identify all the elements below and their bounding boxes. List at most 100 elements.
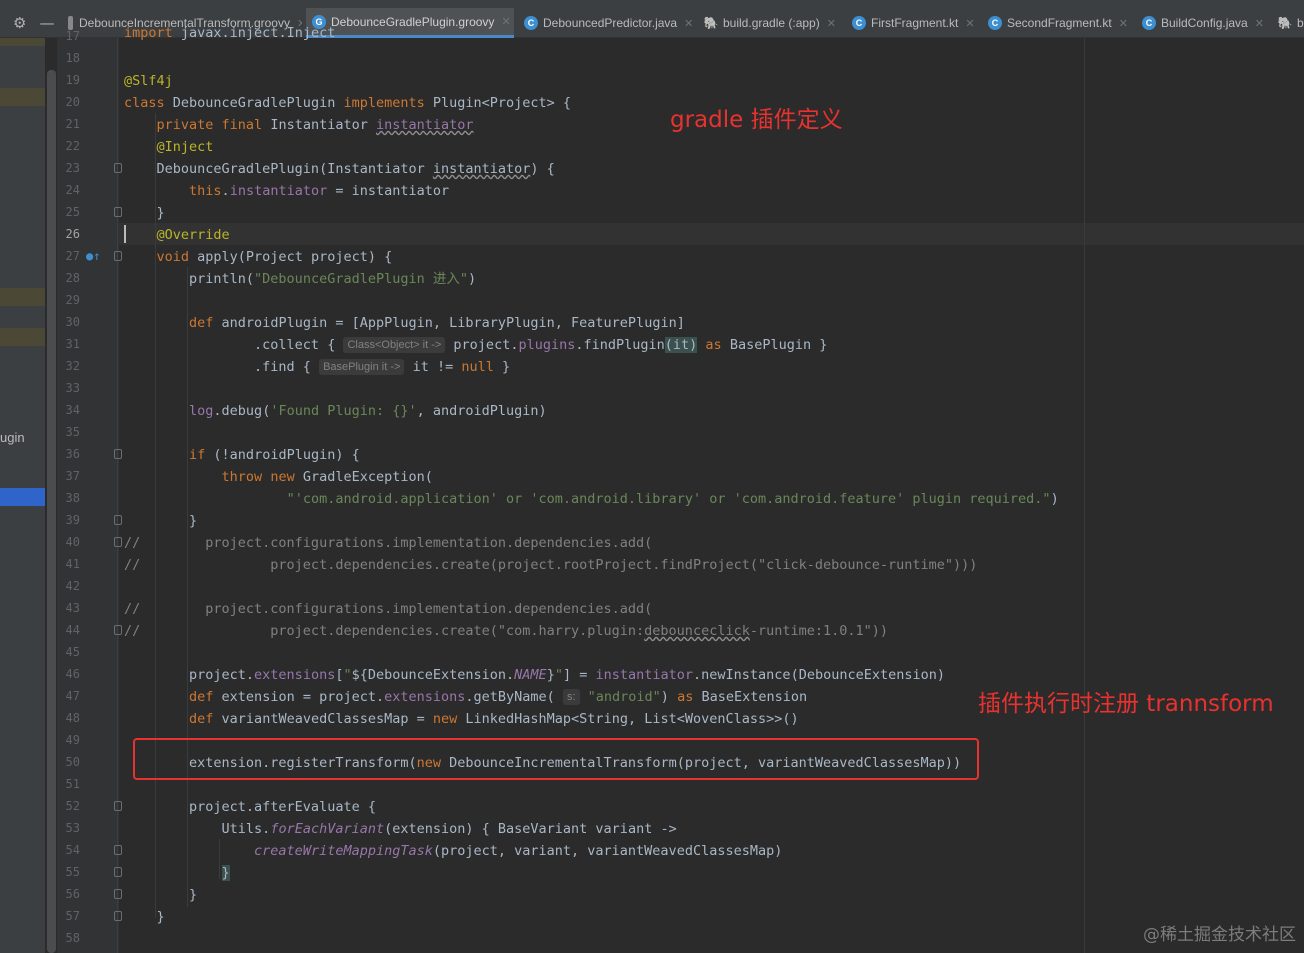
line-number[interactable]: 27 <box>57 245 80 267</box>
line-number[interactable]: 19 <box>57 69 80 91</box>
line-number[interactable]: 57 <box>57 905 80 927</box>
java-class-icon: C <box>524 16 538 30</box>
line-number[interactable]: 35 <box>57 421 80 443</box>
annotation-plugin-definition: gradle 插件定义 <box>670 107 843 133</box>
code-line-39: } <box>124 513 198 529</box>
line-number[interactable]: 55 <box>57 861 80 883</box>
top-toolbar-strip <box>0 0 1304 8</box>
code-editor[interactable]: import javax.inject.Inject @Slf4j class … <box>124 25 1304 953</box>
fold-icon[interactable] <box>114 867 122 877</box>
code-line-28: println("DebounceGradlePlugin 进入") <box>124 271 477 287</box>
line-number[interactable]: 53 <box>57 817 80 839</box>
tab-debounce-gradle-plugin[interactable]: G DebounceGradlePlugin.groovy ✕ <box>306 8 514 38</box>
line-number[interactable]: 26 <box>57 223 80 245</box>
line-number[interactable]: 40 <box>57 531 80 553</box>
code-line-17: import javax.inject.Inject <box>124 25 336 41</box>
line-number[interactable]: 47 <box>57 685 80 707</box>
code-line-23: DebounceGradlePlugin(Instantiator instan… <box>124 161 555 177</box>
line-number[interactable]: 36 <box>57 443 80 465</box>
code-line-37: throw new GradleException( <box>221 469 433 485</box>
line-number[interactable]: 24 <box>57 179 80 201</box>
fold-icon[interactable] <box>114 801 122 811</box>
close-icon[interactable]: ✕ <box>501 15 510 28</box>
line-number[interactable]: 54 <box>57 839 80 861</box>
line-number[interactable]: 46 <box>57 663 80 685</box>
line-number[interactable]: 17 <box>57 25 80 47</box>
fold-icon[interactable] <box>114 207 122 217</box>
minimize-icon[interactable]: — <box>39 14 54 32</box>
line-number[interactable]: 20 <box>57 91 80 113</box>
line-number[interactable]: 29 <box>57 289 80 311</box>
line-number[interactable]: 23 <box>57 157 80 179</box>
code-line-32: .find { BasePlugin it -> it != null } <box>124 359 511 375</box>
line-number[interactable]: 44 <box>57 619 80 641</box>
fold-icon[interactable] <box>114 251 122 261</box>
tab-label: DebounceGradlePlugin.groovy <box>331 14 495 29</box>
project-panel: ugin <box>0 38 45 953</box>
tab-first-fragment[interactable]: C FirstFragment.kt ✕ <box>846 8 980 38</box>
fold-icon[interactable] <box>114 911 122 921</box>
line-number[interactable]: 45 <box>57 641 80 663</box>
watermark: @稀土掘金技术社区 <box>1143 925 1296 945</box>
panel-highlight <box>0 38 45 46</box>
line-number[interactable]: 18 <box>57 47 80 69</box>
line-number[interactable]: 31 <box>57 333 80 355</box>
code-line-52: project.afterEvaluate { <box>124 799 376 815</box>
tab-label: BuildConfig.java <box>1161 16 1248 30</box>
fold-icon[interactable] <box>114 625 122 635</box>
line-number[interactable]: 42 <box>57 575 80 597</box>
close-icon[interactable]: ✕ <box>1119 17 1128 30</box>
code-line-21: private final Instantiator instantiator <box>156 117 474 133</box>
line-number[interactable]: 33 <box>57 377 80 399</box>
line-number[interactable]: 34 <box>57 399 80 421</box>
line-number[interactable]: 48 <box>57 707 80 729</box>
inlay-hint: BasePlugin it -> <box>319 359 405 375</box>
fold-icon[interactable] <box>114 163 122 173</box>
text-caret <box>124 225 126 243</box>
line-number[interactable]: 30 <box>57 311 80 333</box>
line-number[interactable]: 58 <box>57 927 80 949</box>
inlay-hint: s: <box>562 689 580 705</box>
code-line-56: } <box>124 887 198 903</box>
override-method-icon[interactable]: ●↑ <box>86 245 100 267</box>
line-number[interactable]: 22 <box>57 135 80 157</box>
panel-selection[interactable] <box>0 488 45 506</box>
close-icon[interactable]: ✕ <box>684 17 693 30</box>
line-number[interactable]: 43 <box>57 597 80 619</box>
close-icon[interactable]: ✕ <box>1255 17 1264 30</box>
fold-icon[interactable] <box>114 889 122 899</box>
kotlin-class-icon: C <box>852 16 866 30</box>
tab-overflow[interactable]: 🐘 b <box>1272 8 1304 38</box>
line-number[interactable]: 32 <box>57 355 80 377</box>
gradle-icon: 🐘 <box>703 16 719 30</box>
line-number[interactable]: 38 <box>57 487 80 509</box>
close-icon[interactable]: ✕ <box>827 17 836 30</box>
line-number[interactable]: 21 <box>57 113 80 135</box>
line-number[interactable]: 50 <box>57 751 80 773</box>
line-number[interactable]: 41 <box>57 553 80 575</box>
fold-icon[interactable] <box>114 845 122 855</box>
vertical-scrollbar[interactable] <box>47 70 56 953</box>
tab-debounced-predictor[interactable]: C DebouncedPredictor.java ✕ <box>518 8 696 38</box>
line-number[interactable]: 56 <box>57 883 80 905</box>
line-number[interactable]: 51 <box>57 773 80 795</box>
code-line-48: def variantWeavedClassesMap = new Linked… <box>189 711 799 727</box>
tab-label: FirstFragment.kt <box>871 16 959 30</box>
settings-gear-icon[interactable]: ⚙ <box>13 14 26 32</box>
gradle-icon: 🐘 <box>1277 16 1293 30</box>
tab-second-fragment[interactable]: C SecondFragment.kt ✕ <box>982 8 1134 38</box>
line-number[interactable]: 39 <box>57 509 80 531</box>
tab-build-config[interactable]: C BuildConfig.java ✕ <box>1136 8 1272 38</box>
line-number[interactable]: 49 <box>57 729 80 751</box>
code-line-57: } <box>124 909 165 925</box>
project-tree-item[interactable]: ugin <box>0 430 25 445</box>
line-number[interactable]: 37 <box>57 465 80 487</box>
line-number[interactable]: 25 <box>57 201 80 223</box>
fold-icon[interactable] <box>114 515 122 525</box>
line-number[interactable]: 52 <box>57 795 80 817</box>
line-number[interactable]: 28 <box>57 267 80 289</box>
close-icon[interactable]: ✕ <box>965 17 974 30</box>
tab-build-gradle[interactable]: 🐘 build.gradle (:app) ✕ <box>698 8 844 38</box>
fold-icon[interactable] <box>114 449 122 459</box>
fold-icon[interactable] <box>114 537 122 547</box>
